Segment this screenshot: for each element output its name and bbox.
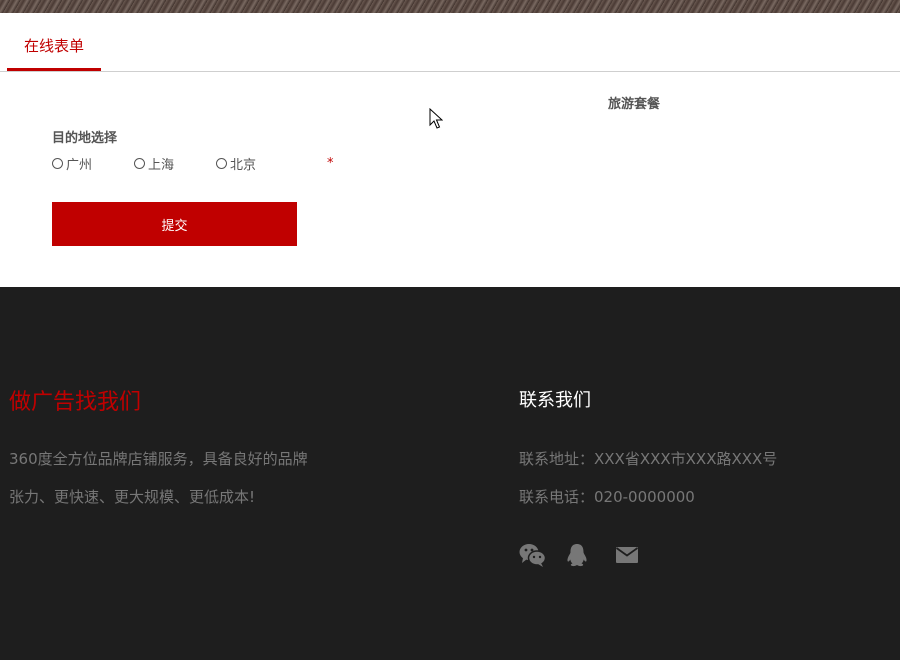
ad-line: 张力、更快速、更大规模、更低成本! [9, 488, 256, 506]
radio-circle[interactable] [216, 157, 227, 169]
online-form: 旅游套餐 目的地选择 广州 上海 北京 * 提交 [0, 72, 900, 287]
radio-label: 北京 [230, 157, 257, 173]
contact-phone: 联系电话：020-0000000 [519, 488, 695, 506]
top-banner-image [0, 0, 900, 13]
mail-icon[interactable] [615, 543, 639, 567]
radio-label: 上海 [148, 157, 175, 173]
package-title: 旅游套餐 [608, 97, 661, 112]
radio-circle[interactable] [134, 157, 145, 169]
radio-circle[interactable] [52, 157, 63, 169]
submit-button[interactable]: 提交 [52, 202, 297, 246]
qq-icon[interactable] [565, 543, 589, 567]
contact-address: 联系地址：XXX省XXX市XXX路XXX号 [519, 450, 778, 468]
tab-online-form[interactable]: 在线表单 [7, 13, 101, 71]
wechat-icon[interactable] [519, 543, 546, 567]
radio-shanghai[interactable]: 上海 [134, 154, 175, 173]
destination-label: 目的地选择 [52, 131, 118, 146]
ad-line: 360度全方位品牌店铺服务，具备良好的品牌 [9, 450, 308, 468]
radio-beijing[interactable]: 北京 [216, 154, 257, 173]
tab-bar: 在线表单 [0, 13, 900, 72]
ad-title: 做广告找我们 [9, 390, 142, 415]
radio-guangzhou[interactable]: 广州 [52, 154, 93, 173]
radio-label: 广州 [66, 157, 93, 173]
contact-title: 联系我们 [519, 390, 591, 411]
required-mark: * [327, 156, 334, 171]
mouse-cursor-icon [429, 108, 443, 129]
footer: 做广告找我们 360度全方位品牌店铺服务，具备良好的品牌 张力、更快速、更大规模… [0, 287, 900, 660]
destination-radio-group: 广州 上海 北京 * [52, 154, 352, 174]
